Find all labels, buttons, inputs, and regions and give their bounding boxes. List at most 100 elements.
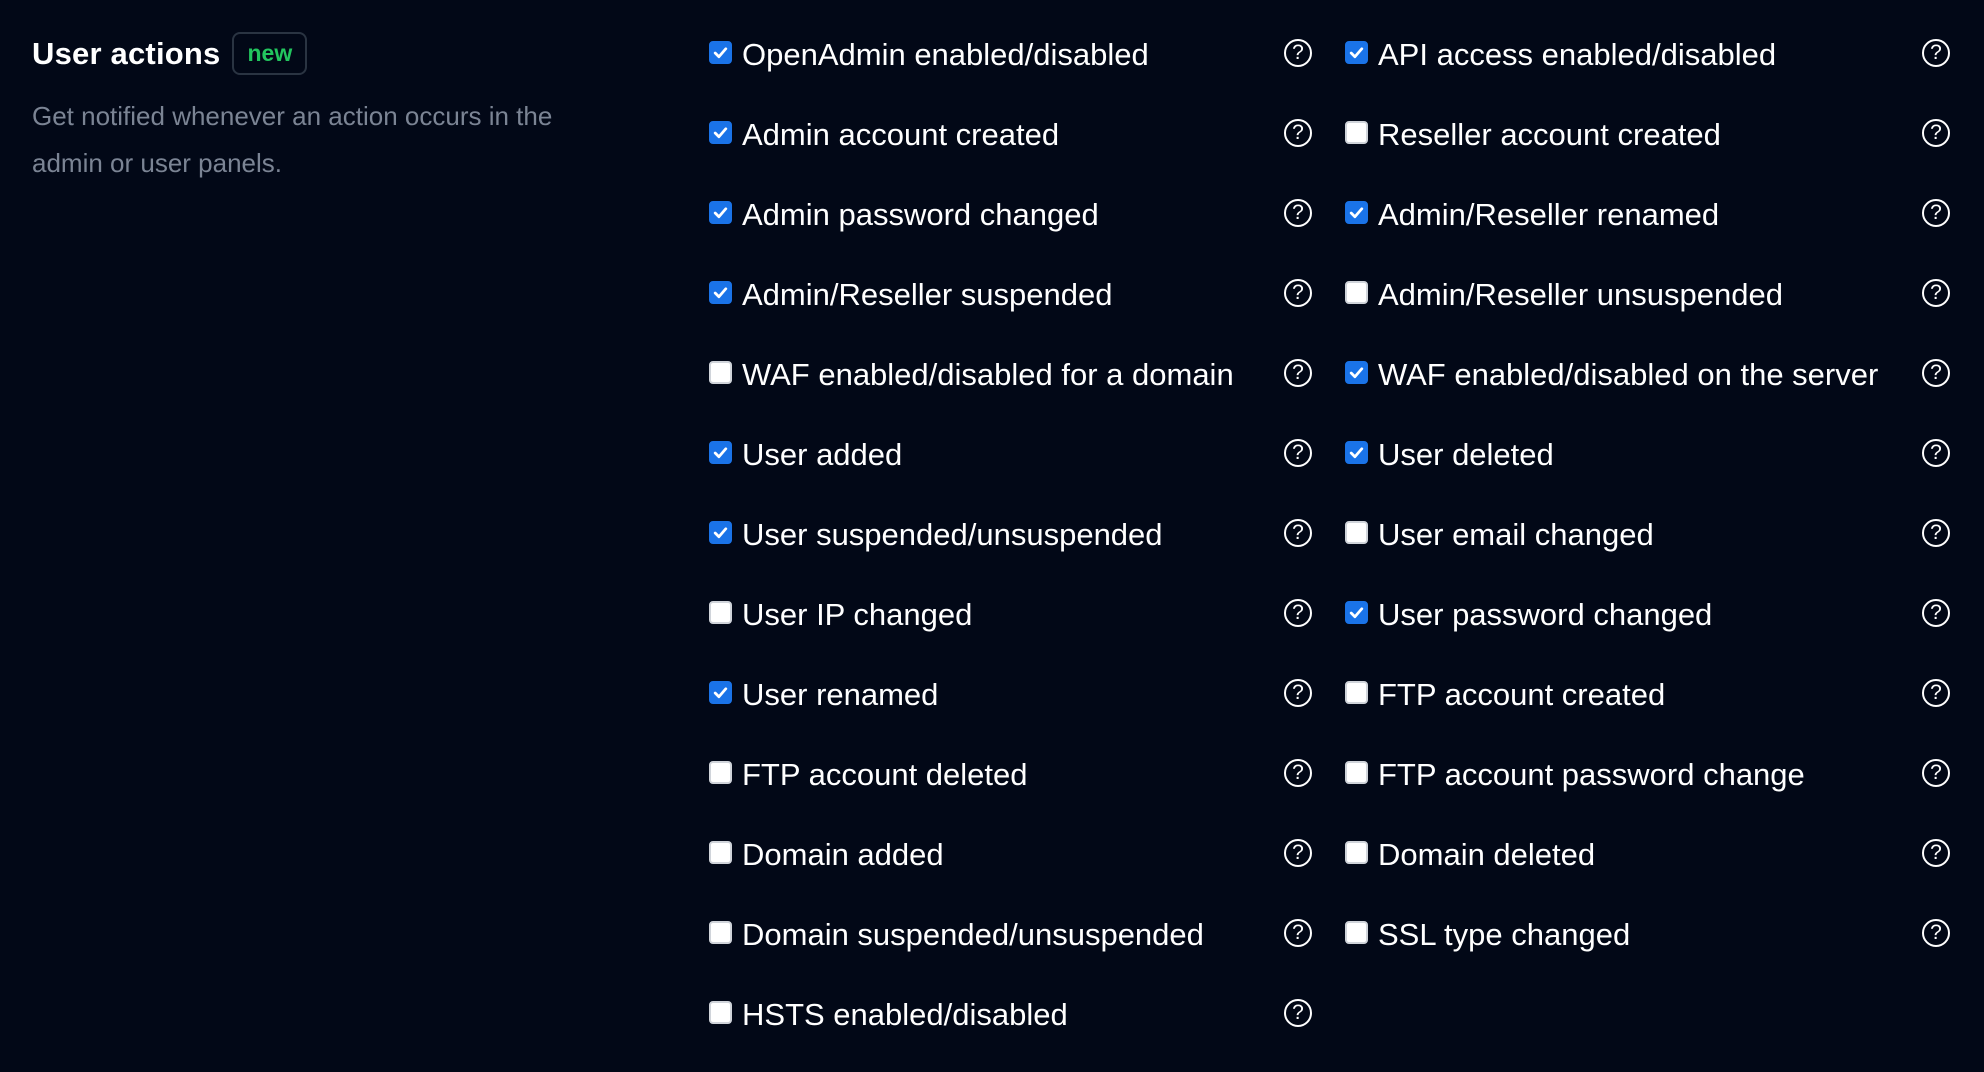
question-circle-icon[interactable]: ?: [1284, 919, 1312, 947]
option-row[interactable]: HSTS enabled/disabled: [709, 990, 1068, 1034]
option-label[interactable]: FTP account created: [1378, 677, 1665, 713]
option-label[interactable]: Reseller account created: [1378, 117, 1721, 153]
option-row[interactable]: User password changed: [1345, 590, 1712, 634]
question-circle-icon[interactable]: ?: [1922, 519, 1950, 547]
option-label[interactable]: Admin account created: [742, 117, 1059, 153]
option-checkbox[interactable]: [1345, 760, 1368, 784]
option-checkbox[interactable]: [709, 520, 732, 544]
option-checkbox[interactable]: [709, 840, 732, 864]
option-label[interactable]: SSL type changed: [1378, 917, 1630, 953]
option-label[interactable]: WAF enabled/disabled for a domain: [742, 357, 1234, 393]
option-label[interactable]: User deleted: [1378, 437, 1554, 473]
option-row[interactable]: FTP account created: [1345, 670, 1665, 714]
option-label[interactable]: User password changed: [1378, 597, 1712, 633]
option-label[interactable]: FTP account password change: [1378, 757, 1805, 793]
option-row[interactable]: Admin/Reseller suspended: [709, 270, 1113, 314]
question-circle-icon[interactable]: ?: [1922, 759, 1950, 787]
question-circle-icon[interactable]: ?: [1922, 39, 1950, 67]
option-checkbox[interactable]: [1345, 120, 1368, 144]
option-row[interactable]: SSL type changed: [1345, 910, 1630, 954]
option-checkbox[interactable]: [709, 920, 732, 944]
option-checkbox[interactable]: [1345, 600, 1368, 624]
option-label[interactable]: API access enabled/disabled: [1378, 37, 1776, 73]
option-checkbox[interactable]: [709, 40, 732, 64]
option-label[interactable]: Admin/Reseller suspended: [742, 277, 1113, 313]
option-checkbox[interactable]: [1345, 440, 1368, 464]
question-circle-icon[interactable]: ?: [1284, 279, 1312, 307]
option-checkbox[interactable]: [709, 760, 732, 784]
option-label[interactable]: Domain suspended/unsuspended: [742, 917, 1204, 953]
question-circle-icon[interactable]: ?: [1284, 119, 1312, 147]
option-checkbox[interactable]: [1345, 40, 1368, 64]
option-row[interactable]: Admin account created: [709, 110, 1059, 154]
option-checkbox[interactable]: [709, 600, 732, 624]
question-circle-icon[interactable]: ?: [1922, 119, 1950, 147]
option-row[interactable]: Admin/Reseller unsuspended: [1345, 270, 1783, 314]
question-circle-icon[interactable]: ?: [1922, 919, 1950, 947]
option-label[interactable]: User IP changed: [742, 597, 972, 633]
question-circle-icon[interactable]: ?: [1922, 279, 1950, 307]
question-circle-icon[interactable]: ?: [1284, 199, 1312, 227]
option-label[interactable]: Admin password changed: [742, 197, 1099, 233]
option-row[interactable]: Admin password changed: [709, 190, 1099, 234]
option-label[interactable]: Domain deleted: [1378, 837, 1595, 873]
question-circle-icon[interactable]: ?: [1922, 199, 1950, 227]
option-row[interactable]: FTP account deleted: [709, 750, 1028, 794]
option-label[interactable]: Admin/Reseller unsuspended: [1378, 277, 1783, 313]
question-circle-icon[interactable]: ?: [1284, 759, 1312, 787]
option-row[interactable]: API access enabled/disabled: [1345, 30, 1776, 74]
option-row[interactable]: WAF enabled/disabled for a domain: [709, 350, 1234, 394]
option-checkbox[interactable]: [709, 680, 732, 704]
option-checkbox[interactable]: [1345, 920, 1368, 944]
question-circle-icon[interactable]: ?: [1922, 599, 1950, 627]
question-circle-icon[interactable]: ?: [1922, 679, 1950, 707]
option-row[interactable]: User deleted: [1345, 430, 1554, 474]
question-circle-icon[interactable]: ?: [1284, 839, 1312, 867]
option-row[interactable]: WAF enabled/disabled on the server: [1345, 350, 1878, 394]
option-row[interactable]: Domain deleted: [1345, 830, 1595, 874]
option-row[interactable]: Domain suspended/unsuspended: [709, 910, 1204, 954]
option-label[interactable]: User email changed: [1378, 517, 1654, 553]
option-label[interactable]: Admin/Reseller renamed: [1378, 197, 1719, 233]
question-circle-icon[interactable]: ?: [1284, 519, 1312, 547]
question-circle-icon[interactable]: ?: [1922, 359, 1950, 387]
option-checkbox[interactable]: [709, 440, 732, 464]
option-checkbox[interactable]: [709, 1000, 732, 1024]
question-circle-icon[interactable]: ?: [1284, 599, 1312, 627]
option-checkbox[interactable]: [709, 280, 732, 304]
option-label[interactable]: User renamed: [742, 677, 938, 713]
option-label[interactable]: Domain added: [742, 837, 944, 873]
option-checkbox[interactable]: [1345, 360, 1368, 384]
option-label[interactable]: FTP account deleted: [742, 757, 1028, 793]
question-circle-icon[interactable]: ?: [1922, 839, 1950, 867]
option-label[interactable]: OpenAdmin enabled/disabled: [742, 37, 1149, 73]
option-checkbox[interactable]: [709, 120, 732, 144]
question-circle-icon[interactable]: ?: [1284, 999, 1312, 1027]
option-label[interactable]: WAF enabled/disabled on the server: [1378, 357, 1878, 393]
option-row[interactable]: Domain added: [709, 830, 944, 874]
option-row[interactable]: FTP account password change: [1345, 750, 1805, 794]
option-label[interactable]: HSTS enabled/disabled: [742, 997, 1068, 1033]
option-checkbox[interactable]: [1345, 280, 1368, 304]
option-row[interactable]: User IP changed: [709, 590, 972, 634]
option-row[interactable]: User added: [709, 430, 902, 474]
question-circle-icon[interactable]: ?: [1284, 39, 1312, 67]
option-row[interactable]: User email changed: [1345, 510, 1654, 554]
option-row[interactable]: Reseller account created: [1345, 110, 1721, 154]
question-circle-icon[interactable]: ?: [1284, 359, 1312, 387]
question-circle-icon[interactable]: ?: [1284, 439, 1312, 467]
question-circle-icon[interactable]: ?: [1922, 439, 1950, 467]
option-label[interactable]: User suspended/unsuspended: [742, 517, 1163, 553]
question-circle-icon[interactable]: ?: [1284, 679, 1312, 707]
option-checkbox[interactable]: [1345, 520, 1368, 544]
option-checkbox[interactable]: [709, 200, 732, 224]
option-checkbox[interactable]: [1345, 840, 1368, 864]
option-row[interactable]: Admin/Reseller renamed: [1345, 190, 1719, 234]
option-row[interactable]: OpenAdmin enabled/disabled: [709, 30, 1149, 74]
option-label[interactable]: User added: [742, 437, 902, 473]
option-row[interactable]: User suspended/unsuspended: [709, 510, 1163, 554]
option-checkbox[interactable]: [1345, 200, 1368, 224]
option-checkbox[interactable]: [1345, 680, 1368, 704]
option-row[interactable]: User renamed: [709, 670, 938, 714]
option-checkbox[interactable]: [709, 360, 732, 384]
